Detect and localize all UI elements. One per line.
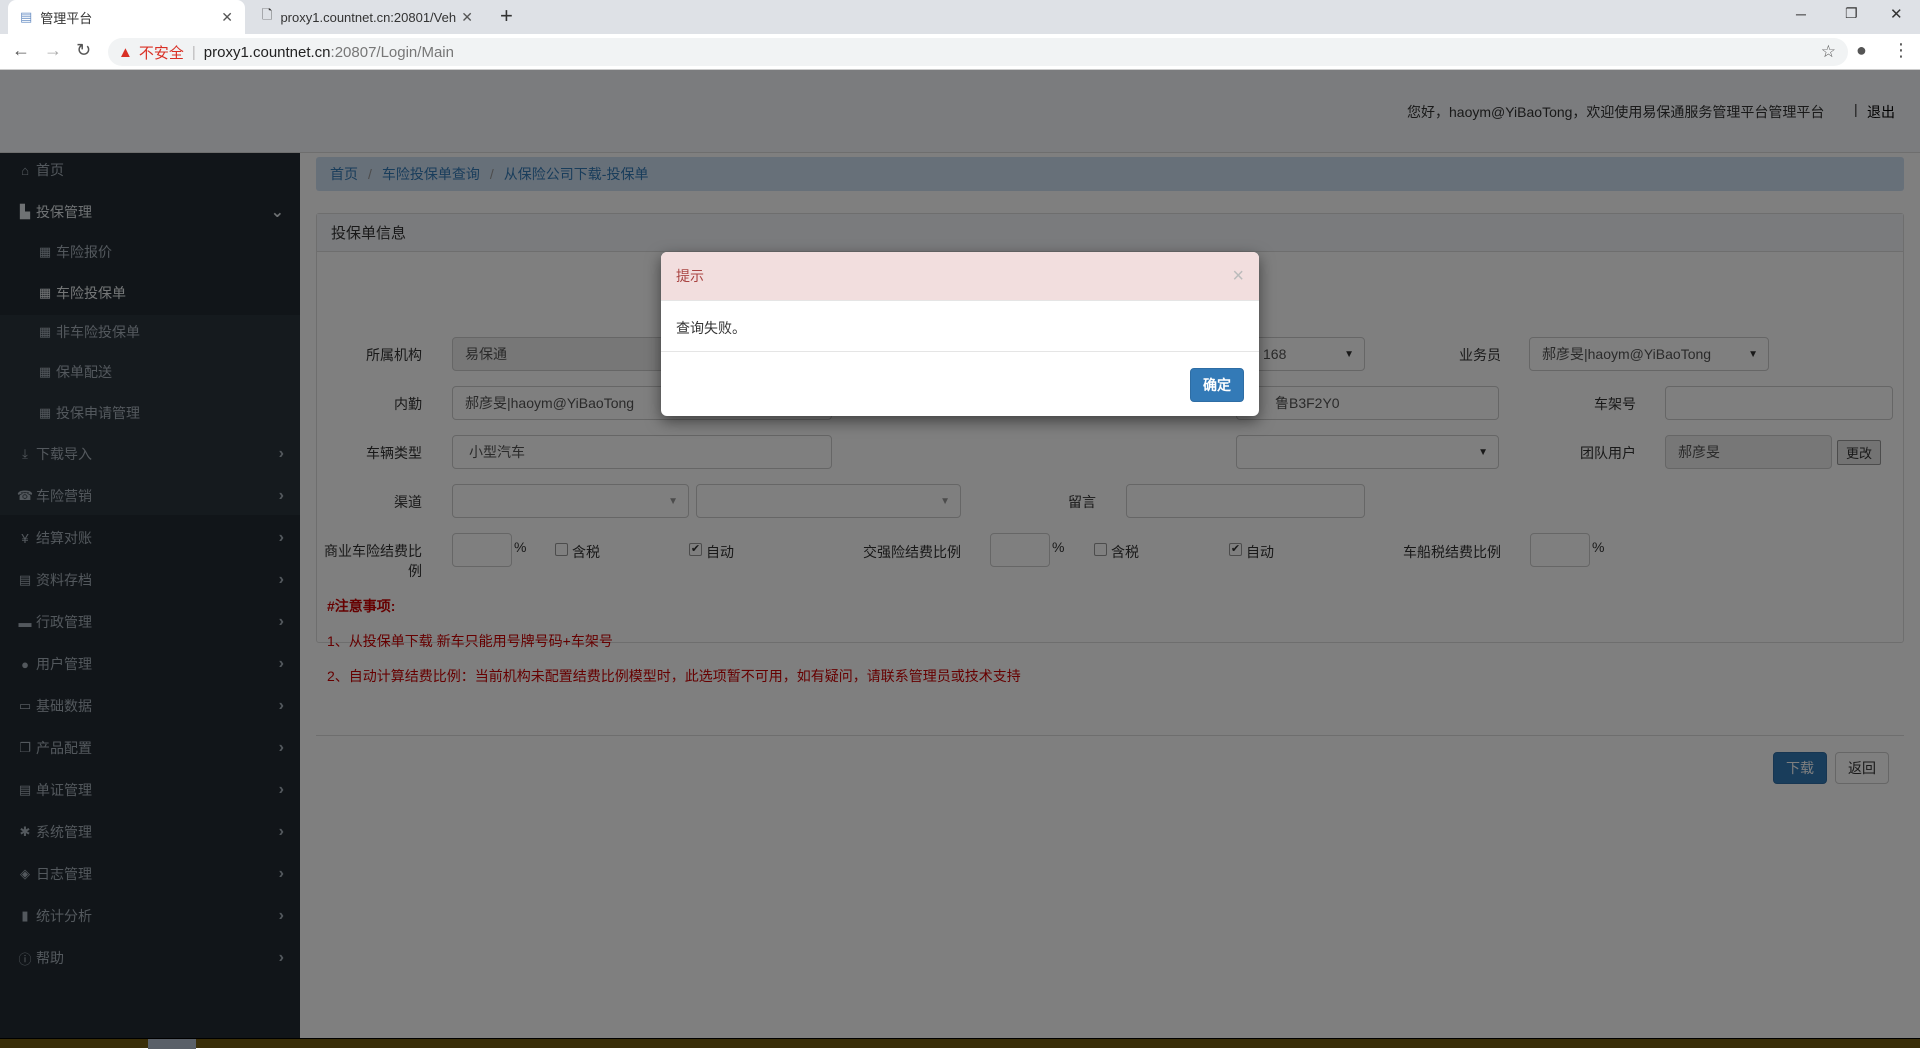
close-tab-icon[interactable]: ✕: [461, 9, 473, 26]
modal-message: 查询失败。: [676, 320, 746, 336]
url-host: proxy1.countnet.cn: [203, 43, 331, 61]
browser-tab-bar: ▤ 管理平台 ✕ 🗋 proxy1.countnet.cn:20801/Veh …: [0, 0, 1920, 34]
modal-divider: [661, 351, 1259, 352]
modal-header: 提示 ×: [661, 252, 1259, 301]
menu-icon[interactable]: ⋮: [1892, 40, 1910, 61]
modal-backdrop[interactable]: [0, 70, 1920, 1048]
document-icon: 🗋: [262, 7, 273, 22]
alert-modal: 提示 × 查询失败。 确定: [661, 252, 1259, 416]
warning-icon: ▲: [118, 43, 133, 61]
back-icon[interactable]: ←: [12, 40, 30, 61]
minimize-icon[interactable]: ─: [1796, 6, 1806, 22]
profile-icon[interactable]: ●: [1856, 40, 1867, 61]
tab-title: proxy1.countnet.cn:20801/Veh: [280, 9, 457, 25]
restore-icon[interactable]: ❐: [1845, 5, 1858, 22]
browser-tab[interactable]: ▤ 管理平台 ✕: [8, 0, 245, 34]
bookmark-star-icon[interactable]: ☆: [1821, 42, 1836, 62]
close-window-icon[interactable]: ✕: [1890, 5, 1903, 23]
address-bar-row: ← → ↻ ▲ 不安全 | proxy1.countnet.cn:20807/L…: [0, 34, 1920, 70]
tab-title: 管理平台: [40, 10, 93, 26]
modal-title: 提示: [676, 268, 704, 284]
url-bar[interactable]: ▲ 不安全 | proxy1.countnet.cn:20807/Login/M…: [108, 38, 1848, 66]
url-path: :20807/Login/Main: [330, 43, 454, 61]
page-icon: ▤: [20, 9, 33, 24]
reload-icon[interactable]: ↻: [76, 40, 91, 61]
security-label: 不安全: [138, 44, 184, 62]
new-tab-icon[interactable]: +: [500, 3, 513, 29]
forward-icon[interactable]: →: [44, 40, 62, 61]
os-taskbar: [0, 1038, 1920, 1049]
close-icon[interactable]: ×: [1232, 265, 1244, 288]
ok-button[interactable]: 确定: [1190, 368, 1244, 402]
browser-tab[interactable]: 🗋 proxy1.countnet.cn:20801/Veh ✕: [250, 0, 485, 34]
close-tab-icon[interactable]: ✕: [221, 9, 233, 26]
